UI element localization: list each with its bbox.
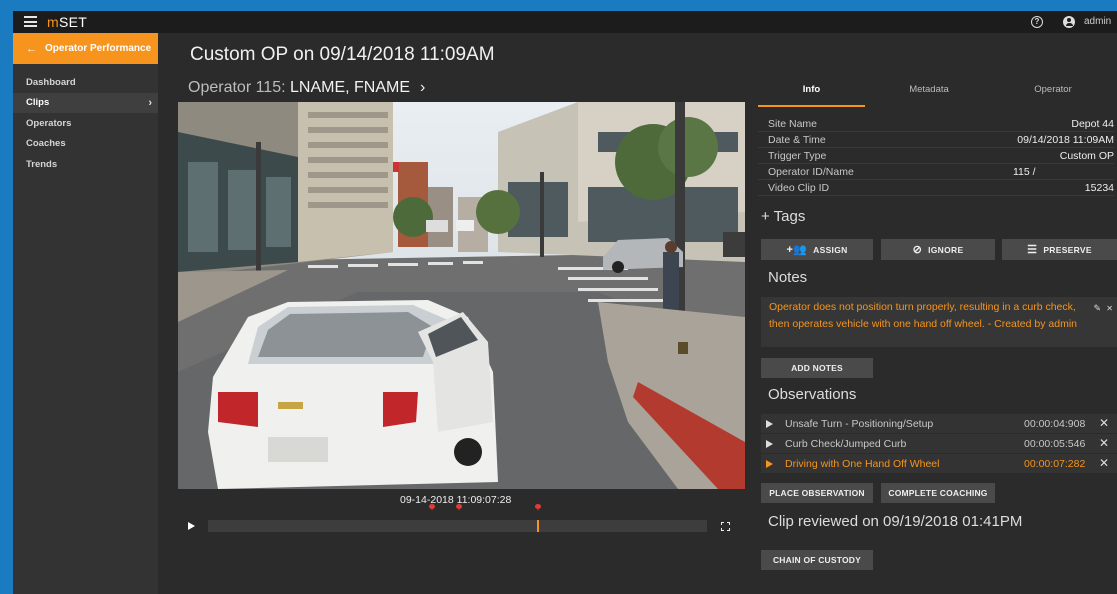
info-value: Depot 44 [1071,118,1114,130]
add-notes-button[interactable]: ADD NOTES [761,358,873,378]
operator-performance-label: Operator Performance [45,43,152,54]
note-item: Operator does not position turn properly… [761,297,1117,347]
observation-name: Driving with One Hand Off Wheel [785,458,940,470]
info-row: Site Name Depot 44 [758,116,1114,132]
preserve-label: PRESERVE [1043,244,1092,255]
timeline-scrubber[interactable] [208,520,707,532]
play-icon[interactable] [766,460,773,468]
observation-row[interactable]: Curb Check/Jumped Curb 00:00:05:546 ✕ [761,434,1117,454]
video-player[interactable] [178,102,745,489]
tab-info[interactable]: Info [758,83,865,107]
sidebar: ← Operator Performance Dashboard Clips › … [13,33,158,594]
info-key: Site Name [768,118,818,130]
info-row: Video Clip ID 15234 [758,180,1114,196]
info-table: Site Name Depot 44 Date & Time 09/14/2018 … [758,116,1114,196]
plus-icon: + [761,208,774,225]
observation-name: Curb Check/Jumped Curb [785,438,907,450]
info-value: 15234 [1084,182,1114,194]
observation-time: 00:00:05:546 [1024,438,1086,450]
delete-icon[interactable]: ✕ [1099,436,1109,450]
info-key: Trigger Type [768,150,827,162]
observation-marker[interactable] [456,504,462,511]
menu-icon[interactable] [24,16,37,27]
info-tabs: Info Metadata Operator [758,83,1117,107]
app-window: mSET ? admin ← Operator Performance Dash… [13,11,1117,594]
info-value: Custom OP [1059,150,1114,162]
playhead[interactable] [537,520,539,532]
observation-name: Unsafe Turn - Positioning/Setup [785,418,934,430]
observations-heading: Observations [768,386,857,403]
observation-marker[interactable] [429,504,435,511]
sidebar-item-operators[interactable]: Operators [13,113,158,134]
info-key: Date & Time [768,134,826,146]
note-text: Operator does not position turn properly… [769,301,1077,330]
info-key: Video Clip ID [768,182,830,194]
add-user-icon: +👥 [786,244,808,256]
play-icon[interactable] [766,420,773,428]
ignore-label: IGNORE [928,244,964,255]
observation-row[interactable]: Driving with One Hand Off Wheel 00:00:07… [761,454,1117,474]
brand-logo: mSET [47,14,88,30]
play-icon[interactable] [766,440,773,448]
ignore-button[interactable]: ⊘ IGNORE [881,239,995,260]
observation-marker[interactable] [535,504,541,511]
play-icon[interactable] [188,522,195,530]
sidebar-item-coaches[interactable]: Coaches [13,134,158,155]
sidebar-item-label: Operators [26,117,72,129]
chevron-right-icon: › [148,96,152,109]
info-row: Date & Time 09/14/2018 11:09AM [758,132,1114,148]
tab-operator[interactable]: Operator [998,83,1108,107]
list-icon: ☰ [1027,244,1038,256]
review-status: Clip reviewed on 09/19/2018 01:41PM [768,513,1023,530]
preserve-button[interactable]: ☰ PRESERVE [1002,239,1117,260]
user-name[interactable]: admin [1084,16,1111,27]
observation-list: Unsafe Turn - Positioning/Setup 00:00:04… [761,414,1117,474]
back-arrow-icon: ← [26,42,37,55]
observation-time: 00:00:07:282 [1024,458,1086,470]
tags-toggle[interactable]: + Tags [761,208,805,225]
sidebar-item-clips[interactable]: Clips › [13,92,158,113]
top-bar: mSET ? admin [13,11,1117,33]
fullscreen-icon[interactable] [721,522,730,531]
info-key: Operator ID/Name [768,166,854,178]
delete-icon[interactable]: ✕ [1099,416,1109,430]
sidebar-item-label: Dashboard [26,76,76,88]
info-value: 09/14/2018 11:09AM [1017,134,1114,146]
video-frame [178,102,745,489]
sidebar-item-trends[interactable]: Trends [13,154,158,175]
sidebar-item-label: Trends [26,158,58,170]
operator-performance-button[interactable]: ← Operator Performance [13,33,158,64]
observation-time: 00:00:04:908 [1024,418,1086,430]
sidebar-item-label: Clips [26,97,50,109]
tab-metadata[interactable]: Metadata [874,83,984,107]
chain-of-custody-button[interactable]: CHAIN OF CUSTODY [761,550,873,570]
block-icon: ⊘ [912,244,923,256]
page-title: Custom OP on 09/14/2018 11:09AM [190,44,495,65]
delete-icon[interactable]: ✕ [1099,456,1109,470]
info-row: Trigger Type Custom OP [758,148,1114,164]
operator-name: LNAME, FNAME [289,79,410,96]
operator-prefix: Operator 115: [188,79,290,96]
complete-coaching-button[interactable]: COMPLETE COACHING [881,483,995,503]
observation-row[interactable]: Unsafe Turn - Positioning/Setup 00:00:04… [761,414,1117,434]
assign-button[interactable]: +👥 ASSIGN [761,239,873,260]
info-value: 115 / [1013,166,1036,178]
sidebar-item-label: Coaches [26,138,66,150]
chevron-right-icon: › [420,79,426,96]
operator-link[interactable]: Operator 115: LNAME, FNAME › [188,79,425,97]
info-row: Operator ID/Name 115 / [758,164,1114,180]
notes-heading: Notes [768,269,808,286]
close-icon[interactable]: ✕ [1106,300,1113,317]
help-icon[interactable]: ? [1031,16,1043,28]
user-icon[interactable] [1063,16,1075,28]
edit-icon[interactable]: ✎ [1093,300,1101,317]
sidebar-item-dashboard[interactable]: Dashboard [13,72,158,93]
sidebar-nav: Dashboard Clips › Operators Coaches Trend… [13,72,158,175]
tags-heading: Tags [773,208,806,225]
place-observation-button[interactable]: PLACE OBSERVATION [761,483,873,503]
assign-label: ASSIGN [813,244,848,255]
